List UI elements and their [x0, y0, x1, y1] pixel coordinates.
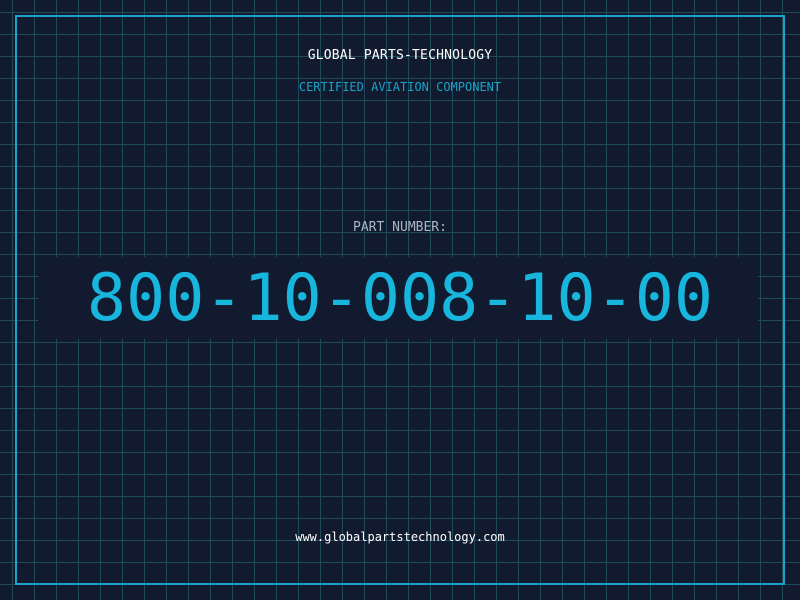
website-url: www.globalpartstechnology.com — [295, 530, 505, 544]
part-number-value: 800-10-008-10-00 — [86, 261, 714, 336]
certification-subtitle: CERTIFIED AVIATION COMPONENT — [298, 80, 502, 94]
company-name: GLOBAL PARTS-TECHNOLOGY — [307, 48, 493, 63]
part-number-label: PART NUMBER: — [353, 220, 447, 235]
